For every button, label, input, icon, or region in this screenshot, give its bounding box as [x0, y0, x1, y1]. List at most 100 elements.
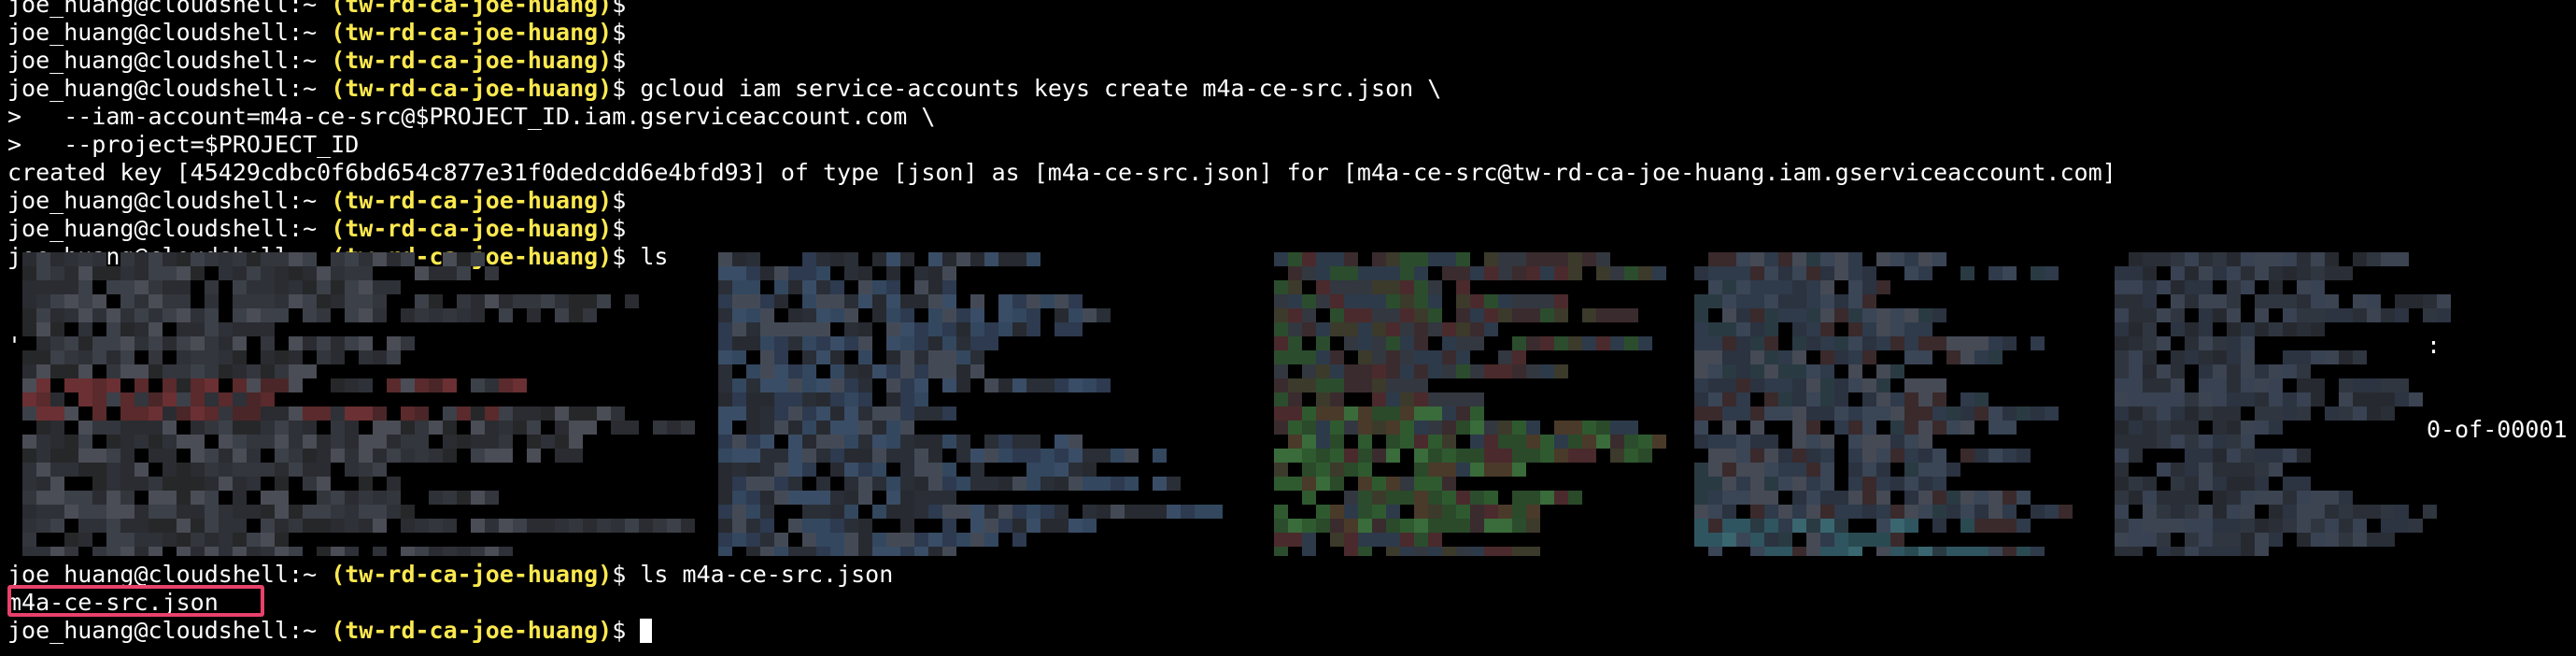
mosaic-cell: [163, 308, 177, 322]
mosaic-cell: [50, 519, 64, 533]
mosaic-cell: [1736, 308, 1750, 322]
mosaic-cell: [1834, 336, 1848, 350]
mosaic-cell: [2129, 421, 2143, 435]
mosaic-cell: [2129, 533, 2143, 547]
mosaic-cell: [802, 280, 816, 294]
mosaic-cell: [1026, 519, 1040, 533]
mosaic-cell: [443, 266, 457, 280]
mosaic-cell: [2283, 364, 2297, 378]
mosaic-cell: [1456, 491, 1470, 505]
mosaic-cell: [1834, 421, 1848, 435]
mosaic-cell: [261, 519, 275, 533]
mosaic-cell: [2045, 406, 2059, 421]
mosaic-cell: [485, 378, 499, 392]
mosaic-cell: [1778, 477, 1792, 491]
mosaic-cell: [2003, 505, 2017, 519]
mosaic-cell: [120, 252, 134, 266]
mosaic-cell: [1806, 547, 1820, 556]
mosaic-cell: [583, 308, 597, 322]
mosaic-cell: [191, 252, 205, 266]
mosaic-cell: [774, 294, 788, 308]
mosaic-cell: [1918, 266, 1932, 280]
mosaic-cell: [1484, 505, 1498, 519]
mosaic-cell: [2269, 519, 2283, 533]
mosaic-cell: [2171, 477, 2185, 491]
mosaic-cell: [1428, 308, 1442, 322]
mosaic-cell: [345, 463, 359, 477]
mosaic-cell: [1946, 505, 1960, 519]
mosaic-cell: [1442, 350, 1456, 364]
mosaic-cell: [2199, 519, 2213, 533]
mosaic-cell: [1316, 406, 1330, 421]
mosaic-cell: [191, 350, 205, 364]
mosaic-cell: [1820, 533, 1834, 547]
mosaic-cell: [886, 491, 900, 505]
mosaic-cell: [1904, 435, 1918, 449]
mosaic-cell: [2283, 449, 2297, 463]
mosaic-cell: [1484, 308, 1498, 322]
mosaic-cell: [499, 435, 513, 449]
mosaic-cell: [219, 266, 233, 280]
mosaic-cell: [1400, 392, 1414, 406]
mosaic-cell: [732, 378, 746, 392]
mosaic-cell: [177, 308, 191, 322]
mosaic-cell: [1316, 322, 1330, 336]
mosaic-cell: [457, 406, 471, 421]
mosaic-cell: [900, 336, 914, 350]
mosaic-cell: [760, 547, 774, 556]
mosaic-cell: [2171, 294, 2185, 308]
mosaic-cell: [900, 491, 914, 505]
mosaic-cell: [956, 308, 970, 322]
mosaic-cell: [555, 308, 569, 322]
mosaic-cell: [858, 364, 872, 378]
mosaic-cell: [872, 252, 886, 266]
mosaic-cell: [2381, 308, 2395, 322]
mosaic-cell: [942, 533, 956, 547]
mosaic-cell: [844, 477, 858, 491]
mosaic-cell: [2185, 322, 2199, 336]
mosaic-cell: [22, 392, 36, 406]
mosaic-cell: [760, 505, 774, 519]
mosaic-cell: [471, 519, 485, 533]
mosaic-cell: [1694, 350, 1708, 364]
mosaic-cell: [1876, 477, 1890, 491]
mosaic-cell: [247, 406, 261, 421]
mosaic-cell: [36, 435, 50, 449]
text-cursor[interactable]: [640, 619, 653, 643]
mosaic-cell: [1820, 252, 1834, 266]
mosaic-cell: [2199, 378, 2213, 392]
mosaic-cell: [1498, 294, 1512, 308]
mosaic-cell: [858, 378, 872, 392]
mosaic-cell: [2353, 505, 2367, 519]
mosaic-cell: [359, 308, 373, 322]
mosaic-cell: [2115, 364, 2129, 378]
mosaic-cell: [92, 266, 106, 280]
mosaic-cell: [1862, 392, 1876, 406]
terminal-window[interactable]: joe_huang@cloudshell:~ (tw-rd-ca-joe-hua…: [7, 0, 2571, 656]
mosaic-cell: [1694, 505, 1708, 519]
mosaic-cell: [1554, 421, 1568, 435]
mosaic-cell: [816, 308, 830, 322]
mosaic-cell: [2199, 280, 2213, 294]
mosaic-cell: [1526, 491, 1540, 505]
mosaic-cell: [1456, 547, 1470, 556]
mosaic-cell: [261, 322, 275, 336]
mosaic-cell: [830, 280, 844, 294]
mosaic-cell: [1400, 547, 1414, 556]
mosaic-cell: [1330, 505, 1344, 519]
mosaic-cell: [625, 294, 639, 308]
mosaic-cell: [732, 463, 746, 477]
mosaic-cell: [1372, 421, 1386, 435]
mosaic-cell: [1694, 477, 1708, 491]
mosaic-cell: [1456, 350, 1470, 364]
mosaic-cell: [1918, 477, 1932, 491]
mosaic-cell: [247, 435, 261, 449]
mosaic-cell: [1750, 322, 1764, 336]
mosaic-cell: [802, 294, 816, 308]
mosaic-cell: [2003, 519, 2017, 533]
mosaic-cell: [429, 449, 443, 463]
mosaic-cell: [2297, 308, 2311, 322]
mosaic-cell: [331, 336, 345, 350]
mosaic-cell: [914, 406, 928, 421]
mosaic-cell: [1736, 294, 1750, 308]
